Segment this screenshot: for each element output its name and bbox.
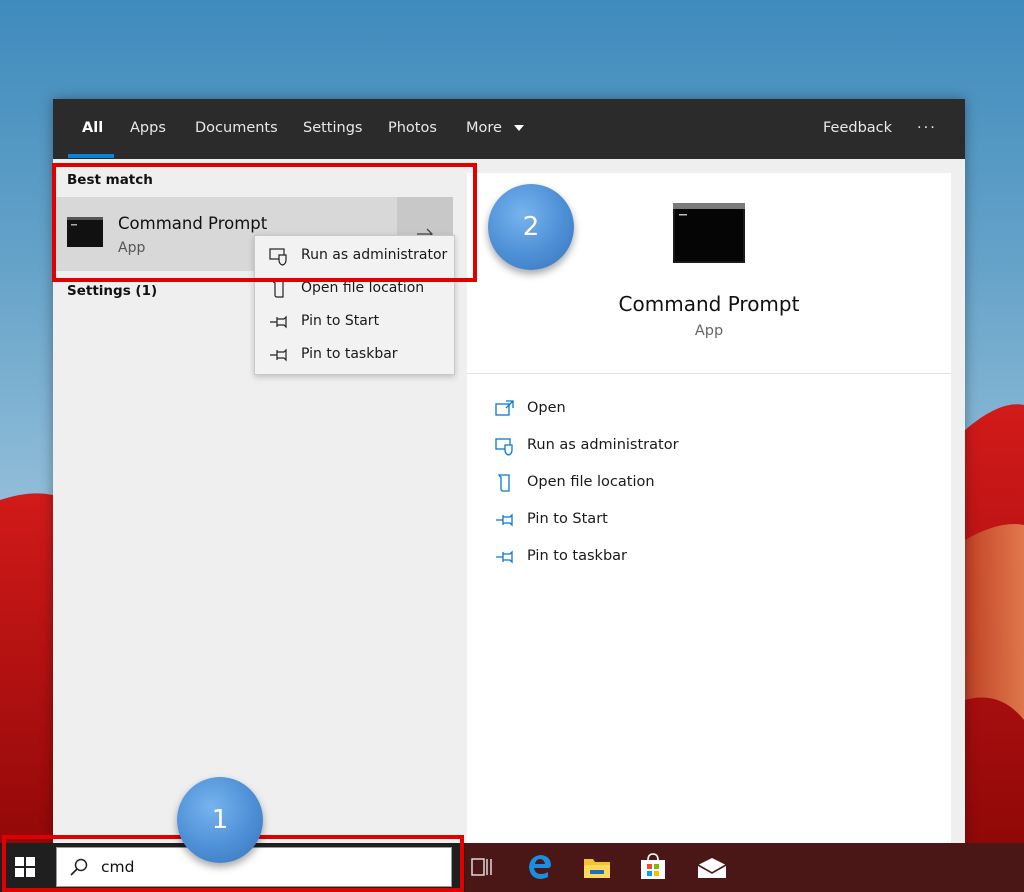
preview-title: Command Prompt — [618, 292, 800, 316]
action-pin-to-start[interactable]: Pin to Start — [495, 509, 795, 535]
tab-apps[interactable]: Apps — [130, 99, 166, 159]
action-open-file-location[interactable]: Open file location — [495, 472, 795, 498]
settings-heading: Settings (1) — [67, 283, 158, 299]
more-options-button[interactable]: ··· — [917, 99, 937, 159]
task-view-icon[interactable] — [471, 857, 493, 877]
action-label: Pin to taskbar — [527, 548, 627, 564]
folder-icon — [272, 280, 284, 298]
ctx-label: Open file location — [301, 280, 425, 296]
action-label: Open file location — [527, 474, 655, 490]
tab-more-label: More — [466, 120, 502, 136]
preview-subtitle: App — [694, 323, 724, 339]
action-pin-to-taskbar[interactable]: Pin to taskbar — [495, 546, 795, 572]
preview-divider — [467, 373, 951, 374]
filter-bar: All Apps Documents Settings Photos More … — [53, 99, 965, 159]
action-label: Run as administrator — [527, 437, 679, 453]
command-prompt-large-icon — [673, 203, 745, 263]
chevron-down-icon — [513, 125, 524, 131]
ctx-label: Pin to Start — [301, 313, 380, 329]
tab-more[interactable]: More — [466, 99, 525, 159]
pin-icon — [270, 348, 287, 362]
highlight-best-match — [52, 163, 477, 282]
mail-icon[interactable] — [697, 857, 727, 879]
pin-icon — [496, 550, 513, 564]
preview-pane: Command Prompt App Open Run as administr… — [467, 173, 951, 843]
active-tab-indicator — [68, 154, 114, 158]
edge-browser-icon[interactable] — [527, 854, 553, 880]
tab-settings[interactable]: Settings — [303, 99, 362, 159]
feedback-button[interactable]: Feedback — [823, 99, 892, 159]
open-icon — [495, 400, 514, 416]
pin-icon — [270, 315, 287, 329]
action-label: Pin to Start — [527, 511, 608, 527]
step-1-marker: 1 — [177, 777, 263, 863]
ctx-pin-to-start[interactable]: Pin to Start — [255, 306, 454, 338]
action-open[interactable]: Open — [495, 398, 795, 424]
file-explorer-icon[interactable] — [583, 856, 611, 880]
action-run-as-admin[interactable]: Run as administrator — [495, 435, 795, 461]
tab-documents[interactable]: Documents — [195, 99, 278, 159]
tab-photos[interactable]: Photos — [388, 99, 437, 159]
action-label: Open — [527, 400, 566, 416]
folder-icon — [497, 474, 510, 492]
tab-all[interactable]: All — [82, 99, 103, 159]
ctx-pin-to-taskbar[interactable]: Pin to taskbar — [255, 339, 454, 371]
microsoft-store-icon[interactable] — [640, 852, 666, 880]
pin-icon — [496, 513, 513, 527]
step-2-marker: 2 — [488, 184, 574, 270]
ctx-label: Pin to taskbar — [301, 346, 398, 362]
shield-icon — [495, 438, 513, 456]
